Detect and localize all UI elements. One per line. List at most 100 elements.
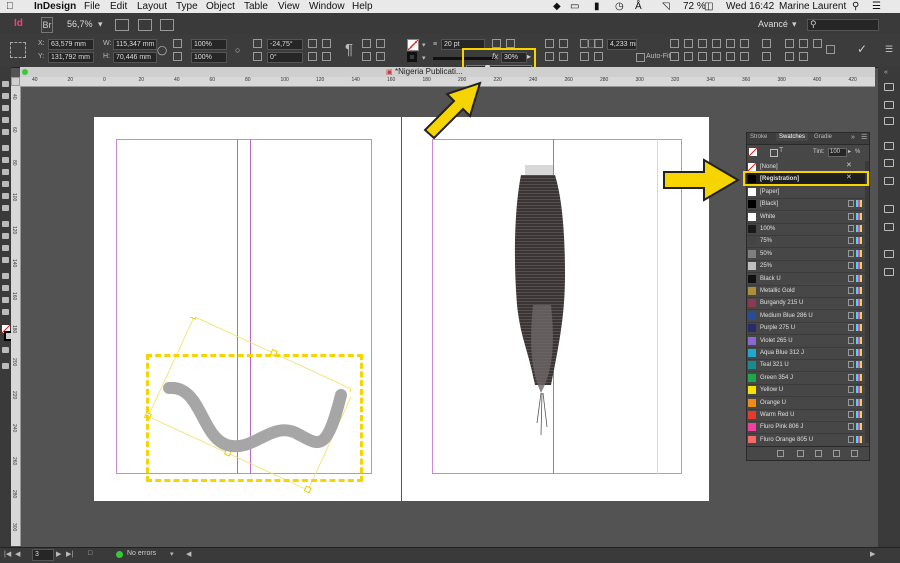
- align-selection-icon[interactable]: [785, 39, 794, 48]
- previous-page-icon[interactable]: ◀: [15, 550, 20, 558]
- preflight-status-text[interactable]: No errors: [127, 550, 156, 557]
- selection-tool-icon[interactable]: [2, 81, 9, 87]
- view-options-icon[interactable]: [115, 19, 129, 31]
- show-all-swatches-icon[interactable]: [777, 450, 784, 457]
- measure-field[interactable]: 4,233 mm: [607, 39, 637, 50]
- last-page-icon[interactable]: ▶|: [66, 550, 73, 558]
- menu-type[interactable]: Type: [176, 0, 198, 13]
- screen-mode-normal-icon[interactable]: [2, 363, 9, 369]
- y-field[interactable]: 131,792 mm: [48, 52, 94, 63]
- text-wrap-panel-icon[interactable]: [884, 223, 894, 231]
- distribute-spacing-v-icon[interactable]: [762, 52, 771, 61]
- preflight-status-icon[interactable]: [116, 551, 123, 558]
- scissors-tool-icon[interactable]: [2, 221, 9, 227]
- select-container-icon[interactable]: [362, 39, 371, 48]
- workspace-dropdown-icon[interactable]: ▾: [792, 17, 797, 31]
- window-zoom-button[interactable]: [22, 69, 28, 75]
- paragraph-styles-icon[interactable]: [884, 268, 894, 276]
- zoom-level[interactable]: 56,7%: [67, 17, 93, 31]
- pages-panel-icon[interactable]: [884, 83, 894, 91]
- reference-point-icon[interactable]: [10, 42, 26, 58]
- align-horizontal-centers-icon[interactable]: [684, 39, 693, 48]
- x-field[interactable]: 63,579 mm: [48, 39, 94, 50]
- menubar-clock[interactable]: Wed 16:42: [726, 0, 774, 13]
- swatch-row[interactable]: 100%: [747, 223, 865, 236]
- open-document-icon[interactable]: □: [88, 550, 92, 557]
- gradient-swatch-tool-icon[interactable]: [2, 245, 9, 251]
- rotate-90-ccw-icon[interactable]: [308, 52, 317, 61]
- align-top-edges-icon[interactable]: [712, 39, 721, 48]
- swatch-row[interactable]: Teal 321 U: [747, 359, 865, 373]
- vertical-ruler[interactable]: 40 60 80 100 120 140 160 180 200 220 240 260 280 300: [11, 86, 21, 546]
- swatch-row[interactable]: Fluro Orange 805 U: [747, 434, 865, 443]
- status-scroll-left-icon[interactable]: ◀: [186, 550, 191, 558]
- menubar-user[interactable]: Marine Laurent: [779, 0, 846, 13]
- align-margins-icon[interactable]: [799, 39, 808, 48]
- swatch-row[interactable]: Burgandy 215 U: [747, 297, 865, 311]
- knit-object-image[interactable]: [501, 165, 581, 455]
- tools-wrench-icon[interactable]: ✓: [857, 42, 867, 56]
- menu-help[interactable]: Help: [352, 0, 373, 13]
- swatch-row[interactable]: Violet 265 U: [747, 335, 865, 348]
- free-transform-tool-icon[interactable]: [2, 233, 9, 239]
- bridge-button[interactable]: Br: [41, 17, 53, 33]
- note-tool-icon[interactable]: [2, 273, 9, 279]
- tab-stroke[interactable]: Stroke: [750, 134, 767, 140]
- formatting-container-icon[interactable]: [2, 347, 9, 353]
- new-color-group-icon[interactable]: [815, 450, 822, 457]
- clock-icon[interactable]: ◷: [615, 0, 624, 13]
- effects-panel-icon[interactable]: [884, 205, 894, 213]
- resize-handle[interactable]: [189, 317, 198, 320]
- delete-swatch-icon[interactable]: [851, 450, 858, 457]
- pencil-tool-icon[interactable]: [2, 181, 9, 187]
- wifi-icon[interactable]: ◹: [662, 0, 670, 13]
- distribute-top-icon[interactable]: [712, 52, 721, 61]
- link-scale-icon[interactable]: ○: [235, 45, 240, 55]
- swatches-scrollbar[interactable]: [865, 161, 869, 443]
- distribute-middle-icon[interactable]: [726, 52, 735, 61]
- formatting-text-toggle[interactable]: T: [779, 147, 783, 154]
- panel-menu-icon[interactable]: ☰: [861, 133, 867, 141]
- select-content-icon[interactable]: [362, 52, 371, 61]
- airplay-icon[interactable]: ▭: [570, 0, 579, 13]
- panel-collapse-icon[interactable]: »: [851, 134, 855, 141]
- height-field[interactable]: 70,446 mm: [113, 52, 157, 63]
- battery-percent[interactable]: 72 %: [683, 0, 706, 13]
- pen-tool-icon[interactable]: [2, 169, 9, 175]
- distribute-right-icon[interactable]: [698, 52, 707, 61]
- tint-dropdown-icon[interactable]: ▸: [848, 148, 851, 155]
- text-wrap-jump-icon[interactable]: [594, 52, 603, 61]
- battery-status-icon[interactable]: ▮: [594, 0, 600, 13]
- gradient-feather-tool-icon[interactable]: [2, 257, 9, 263]
- swatch-row[interactable]: Black U: [747, 273, 865, 286]
- flip-vertical-icon[interactable]: [322, 52, 331, 61]
- gap-tool-icon[interactable]: [2, 117, 9, 123]
- type-tool-icon[interactable]: [2, 145, 9, 151]
- fill-proportionally-icon[interactable]: [559, 52, 568, 61]
- content-collector-icon[interactable]: [2, 129, 9, 135]
- swatch-row[interactable]: [Paper]: [747, 186, 865, 199]
- scale-x-field[interactable]: 100%: [191, 39, 227, 50]
- ruler-origin[interactable]: [11, 77, 20, 86]
- swatch-row[interactable]: Medium Blue 286 U: [747, 310, 865, 323]
- align-left-edges-icon[interactable]: [670, 39, 679, 48]
- zoom-dropdown-icon[interactable]: ▾: [98, 17, 103, 31]
- next-page-icon[interactable]: ▶: [56, 550, 61, 558]
- fit-frame-icon[interactable]: [545, 39, 554, 48]
- resize-handle[interactable]: [303, 485, 312, 494]
- width-field[interactable]: 115,347 mm: [113, 39, 157, 50]
- align-page-icon[interactable]: [813, 39, 822, 48]
- screen-mode-icon[interactable]: [138, 19, 152, 31]
- workspace-switcher[interactable]: Avancé: [758, 17, 788, 31]
- direct-selection-tool-icon[interactable]: [2, 93, 9, 99]
- swatch-row[interactable]: [Black]: [747, 198, 865, 212]
- bluetooth-icon[interactable]: Å: [635, 0, 642, 13]
- fill-dropdown-icon[interactable]: ▾: [422, 41, 426, 49]
- search-field[interactable]: [807, 19, 879, 31]
- select-previous-icon[interactable]: [376, 39, 385, 48]
- rectangle-frame-tool-icon[interactable]: [2, 193, 9, 199]
- apple-icon[interactable]: : [6, 0, 14, 13]
- dock-collapse-icon[interactable]: «: [884, 69, 888, 76]
- page-tool-icon[interactable]: [2, 105, 9, 111]
- tab-swatches[interactable]: Swatches: [776, 133, 809, 141]
